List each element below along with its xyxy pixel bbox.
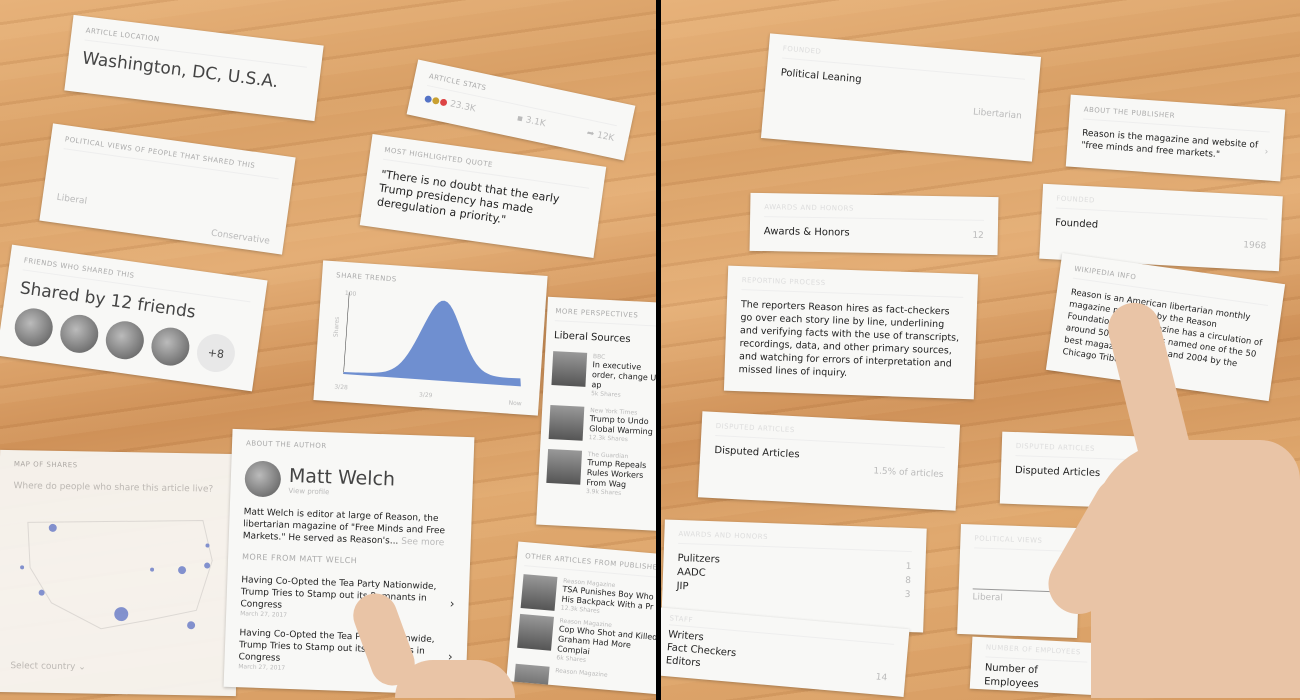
employees-card: Number of Employees Number of Employees [969,636,1103,696]
heart-icon: ● [438,97,449,109]
see-more-link[interactable]: See more [401,537,444,548]
share-location-dot [150,567,155,572]
friend-avatar[interactable] [12,305,56,349]
share-trends-card: Share Trends 100 Shares 3/28 3/29 Now [313,260,548,416]
political-views-card: Political views of people that shared th… [39,123,296,255]
friends-shared-card: Friends who shared this Shared by 12 fri… [0,244,268,392]
comment-icon: ▪ [515,113,524,125]
us-map [20,519,213,630]
chevron-down-icon: ⌄ [78,662,86,673]
share-trend-chart [343,292,521,387]
author-avatar[interactable] [244,460,282,498]
article-thumbnail [548,405,585,441]
article-location-card: Article Location Washington, DC, U.S.A. [64,14,324,122]
share-location-dot [204,562,211,569]
share-location-dot [48,523,57,532]
awards-honors-card: Awards and Honors Awards & Honors 12 [749,192,999,256]
perspective-item[interactable]: New York Times Trump to Undo Global Warmi… [548,405,656,445]
select-country-dropdown[interactable]: Select country ⌄ [10,661,222,675]
share-location-dot [114,607,129,622]
hand [395,660,515,698]
chevron-right-icon[interactable]: › [1264,147,1268,157]
about-publisher-card: About the Publisher Reason is the magazi… [1065,94,1286,182]
author-article-item[interactable]: Having Co-Opted the Tea Party Nationwide… [240,574,455,624]
friend-avatar[interactable] [57,312,101,356]
more-friends-button[interactable]: +8 [194,331,238,375]
political-leaning-card: Founded Political Leaning Libertarian [760,33,1042,162]
reporting-process-card: Reporting Process The reporters Reason h… [723,265,979,400]
about-author-card: About the Author Matt Welch View profile… [223,428,475,696]
share-location-dot [20,565,25,570]
more-perspectives-card: More Perspectives Liberal Sources BBC In … [536,296,656,532]
friend-avatar[interactable] [103,318,147,362]
friend-avatar[interactable] [148,325,192,369]
right-photo-panel: Founded Political Leaning Libertarian Ab… [661,0,1300,700]
share-arrow-icon: ➦ [585,128,596,140]
article-thumbnail [517,613,554,651]
article-thumbnail [546,448,583,485]
article-thumbnail [551,351,588,387]
left-photo-panel: Article Location Washington, DC, U.S.A. … [0,0,656,700]
disputed-articles-card: Disputed Articles Disputed Articles 1.5%… [697,411,961,511]
perspective-item[interactable]: The Guardian Trump Repeals Rules Workers … [546,448,656,499]
highlighted-quote-card: Most Highlighted Quote "There is no doub… [359,134,607,258]
publisher-article-item[interactable]: Reason Magazine Cop Who Shot and Killed G… [516,613,656,670]
share-location-dot [187,621,196,630]
publisher-article-item[interactable]: Reason Magazine [512,663,654,695]
chevron-right-icon: › [449,596,455,611]
article-thumbnail [520,574,558,611]
publisher-article-item[interactable]: Reason Magazine TSA Punishes Boy Who His … [520,574,656,620]
other-articles-card: Other Articles from Publisher Reason Mag… [506,541,656,695]
share-trend-area [343,300,521,387]
perspective-item[interactable]: BBC In executive order, change US ap 5k Sh… [551,351,656,401]
article-thumbnail [512,663,550,695]
share-location-dot [178,566,187,575]
map-of-shares-card: Map of Shares Where do people who share … [0,449,241,697]
